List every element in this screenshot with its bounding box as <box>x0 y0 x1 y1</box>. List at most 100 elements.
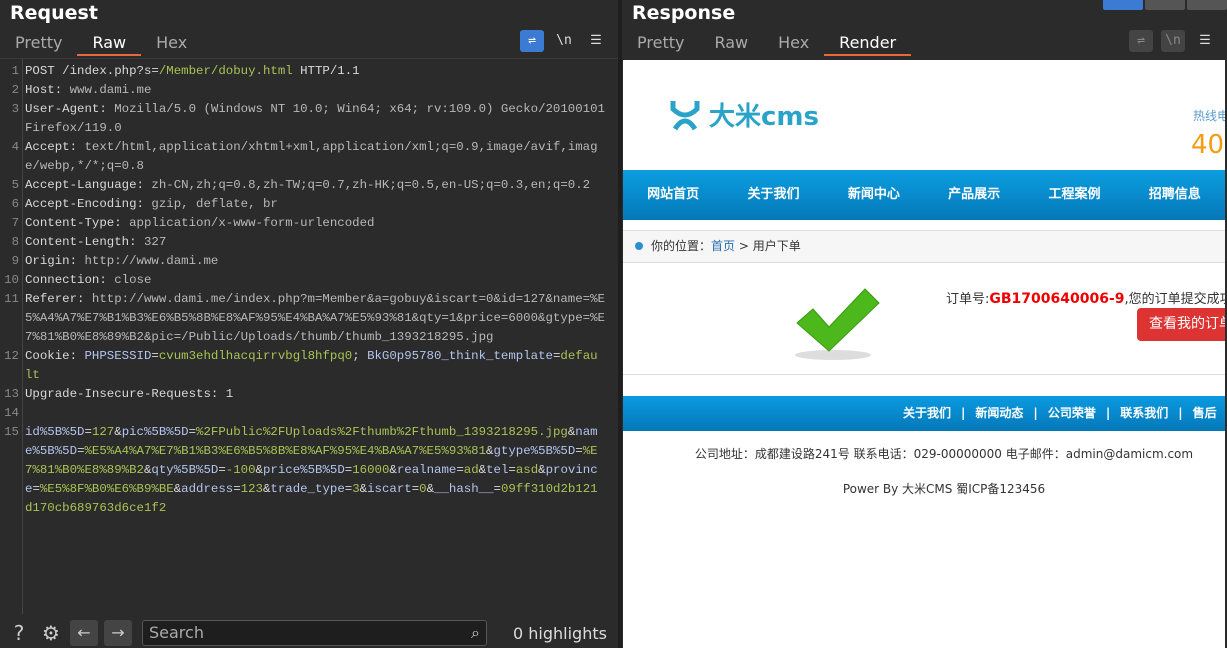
token: http://www.dami.me/index.php?m=Member&a=… <box>25 292 605 344</box>
line-text[interactable]: Upgrade-Insecure-Requests: 1 <box>25 385 605 404</box>
line-text[interactable]: Referer: http://www.dami.me/index.php?m=… <box>25 290 605 347</box>
response-panel: Response Pretty Raw Hex Render ⇌ \n ☰ 大米cms… <box>622 0 1227 648</box>
wrap-lines-icon[interactable]: ⇌ <box>1129 30 1153 52</box>
token: Accept-Language: <box>25 178 152 192</box>
nav-item[interactable]: 工程案例 <box>1024 170 1124 220</box>
next-arrow-icon[interactable]: → <box>104 620 132 646</box>
gear-icon[interactable]: ⚙ <box>38 620 64 646</box>
code-line: 12 Cookie: PHPSESSID=cvum3ehdlhacqirrvbgl… <box>0 347 618 385</box>
help-icon[interactable]: ? <box>6 620 32 646</box>
tab-pretty[interactable]: Pretty <box>622 32 699 56</box>
nav-item[interactable]: 关于我们 <box>723 170 823 220</box>
token: Mozilla/5.0 (Windows NT 10.0; Win64; x64… <box>25 102 613 135</box>
footer-separator: | <box>1033 406 1038 420</box>
token: = <box>575 444 583 458</box>
line-text[interactable]: Content-Type: application/x-www-form-url… <box>25 214 605 233</box>
line-text[interactable]: Accept-Encoding: gzip, deflate, br <box>25 195 605 214</box>
menu-icon[interactable]: ☰ <box>584 30 608 52</box>
footer-nav-item[interactable]: 关于我们 <box>903 406 951 420</box>
token: Origin: <box>25 254 85 268</box>
response-toolbar: ⇌ \n ☰ <box>1129 30 1217 52</box>
line-text[interactable]: Origin: http://www.dami.me <box>25 252 605 271</box>
line-text[interactable]: POST /index.php?s=/Member/dobuy.html HTT… <box>25 62 605 81</box>
line-number: 11 <box>4 292 19 306</box>
token: %E5%8F%B0%E6%B9%BE <box>39 482 174 496</box>
token: 327 <box>143 235 167 249</box>
token: & <box>389 463 397 477</box>
token: id%5B%5D <box>25 425 85 439</box>
line-text[interactable]: Accept-Language: zh-CN,zh;q=0.8,zh-TW;q=… <box>25 176 605 195</box>
footer-nav: 关于我们 | 新闻动态 | 公司荣誉 | 联系我们 | 售后 <box>623 396 1225 431</box>
token: 3 <box>352 482 360 496</box>
nav-item[interactable]: 新闻中心 <box>824 170 924 220</box>
line-number: 15 <box>4 425 19 439</box>
token: POST /index.php?s= <box>25 64 159 78</box>
line-number: 1 <box>11 64 19 78</box>
token: Host: <box>25 83 70 97</box>
tab-hex[interactable]: Hex <box>141 32 202 56</box>
nav-item[interactable]: 网站首页 <box>623 170 723 220</box>
layout-tabs-icon[interactable] <box>1187 0 1227 10</box>
line-text[interactable]: User-Agent: Mozilla/5.0 (Windows NT 10.0… <box>25 100 605 138</box>
tab-pretty[interactable]: Pretty <box>0 32 77 56</box>
token: application/x-www-form-urlencoded <box>129 216 375 230</box>
tab-raw[interactable]: Raw <box>699 32 763 56</box>
token: Cookie: <box>25 349 85 363</box>
code-line: 2 Host: www.dami.me <box>0 81 618 100</box>
code-line: 15 id%5B%5D=127&pic%5B%5D=%2FPublic%2FUpl… <box>0 423 618 518</box>
code-line: 11 Referer: http://www.dami.me/index.php?… <box>0 290 618 347</box>
request-code[interactable]: 1 POST /index.php?s=/Member/dobuy.html HT… <box>0 62 618 518</box>
wrap-lines-icon[interactable]: ⇌ <box>520 30 544 52</box>
search-input[interactable]: Search ⌕ <box>142 620 487 646</box>
nav-item[interactable]: 产品展示 <box>924 170 1024 220</box>
tab-render[interactable]: Render <box>824 32 912 56</box>
response-title: Response <box>632 2 736 24</box>
tab-raw[interactable]: Raw <box>77 32 142 56</box>
token: = <box>508 463 516 477</box>
layout-horizontal-icon[interactable] <box>1145 0 1185 10</box>
token: = <box>493 482 501 496</box>
nav-item[interactable]: 招聘信息 <box>1125 170 1225 220</box>
hotline-label: 热线电话 <box>1193 109 1225 123</box>
view-my-orders-button[interactable]: 查看我的订单 <box>1137 308 1225 341</box>
crumb-home-link[interactable]: 首页 <box>711 239 735 253</box>
footer-nav-item[interactable]: 公司荣誉 <box>1048 406 1096 420</box>
line-text[interactable]: Host: www.dami.me <box>25 81 605 100</box>
token: http://www.dami.me <box>84 254 219 268</box>
newline-toggle[interactable]: \n <box>1161 30 1185 52</box>
line-text[interactable] <box>25 404 605 423</box>
token: cvum3ehdlhacqirrvbgl8hfpq0 <box>158 349 353 363</box>
tab-hex[interactable]: Hex <box>763 32 824 56</box>
layout-side-by-side-icon[interactable] <box>1103 0 1143 10</box>
newline-toggle[interactable]: \n <box>552 30 576 52</box>
footer-separator: | <box>961 406 966 420</box>
token: = <box>84 425 92 439</box>
line-number: 9 <box>11 254 19 268</box>
line-text[interactable]: id%5B%5D=127&pic%5B%5D=%2FPublic%2FUploa… <box>25 423 605 518</box>
token: HTTP/1.1 <box>292 64 360 78</box>
logo-text: 大米cms <box>709 102 819 132</box>
previous-arrow-icon[interactable]: ← <box>70 620 98 646</box>
search-bar: ? ⚙ ← → Search ⌕ 0 highlights <box>0 618 618 648</box>
request-editor[interactable]: 1 POST /index.php?s=/Member/dobuy.html HT… <box>0 58 618 614</box>
line-text[interactable]: Connection: close <box>25 271 605 290</box>
divider <box>623 374 1225 375</box>
site-nav: 网站首页 关于我们 新闻中心 产品展示 工程案例 招聘信息 <box>623 170 1225 220</box>
footer-nav-item[interactable]: 联系我们 <box>1120 406 1168 420</box>
token: gzip, deflate, br <box>151 197 278 211</box>
line-number: 13 <box>4 387 19 401</box>
line-text[interactable]: Accept: text/html,application/xhtml+xml,… <box>25 138 605 176</box>
token: = <box>77 444 85 458</box>
footer-nav-item[interactable]: 新闻动态 <box>975 406 1023 420</box>
line-text[interactable]: Content-Length: 327 <box>25 233 605 252</box>
line-text[interactable]: Cookie: PHPSESSID=cvum3ehdlhacqirrvbgl8h… <box>25 347 605 385</box>
order-label: 订单号: <box>946 292 990 307</box>
search-icon[interactable]: ⌕ <box>471 621 480 645</box>
token: asd <box>515 463 539 477</box>
footer-power: Power By 大米CMS 蜀ICP备123456 <box>842 482 1046 496</box>
token: www.dami.me <box>69 83 152 97</box>
code-line: 8 Content-Length: 327 <box>0 233 618 252</box>
menu-icon[interactable]: ☰ <box>1193 30 1217 52</box>
footer-nav-item[interactable]: 售后 <box>1193 406 1217 420</box>
line-number: 4 <box>11 140 19 154</box>
